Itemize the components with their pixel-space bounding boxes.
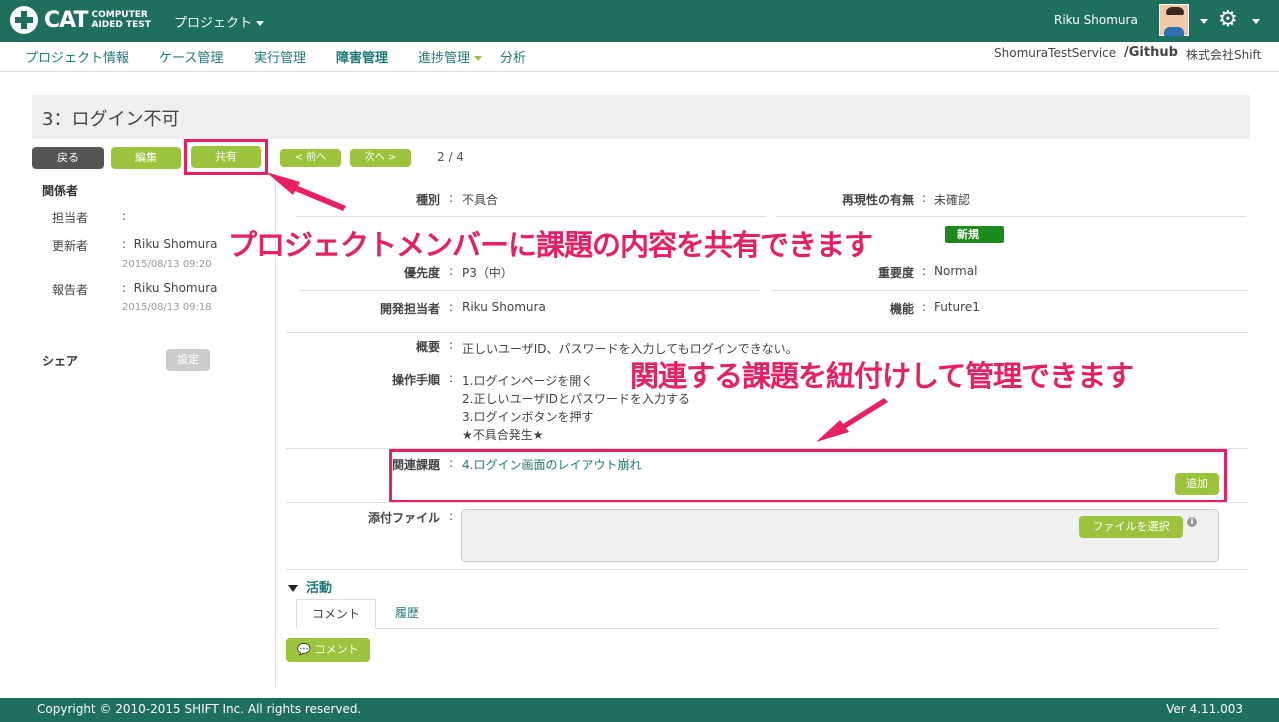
related-callout-text: 関連する課題を紐付けして管理できます	[630, 359, 1134, 393]
arrow-to-related-issues	[816, 398, 888, 442]
share-callout-text: プロジェクトメンバーに課題の内容を共有できます	[228, 228, 873, 262]
version-text: Ver 4.11.003	[1166, 702, 1243, 716]
arrow-to-share-button	[266, 172, 346, 211]
footer: Copyright © 2010-2015 SHIFT Inc. All rig…	[0, 698, 1279, 722]
copyright-text: Copyright © 2010-2015 SHIFT Inc. All rig…	[37, 702, 362, 716]
